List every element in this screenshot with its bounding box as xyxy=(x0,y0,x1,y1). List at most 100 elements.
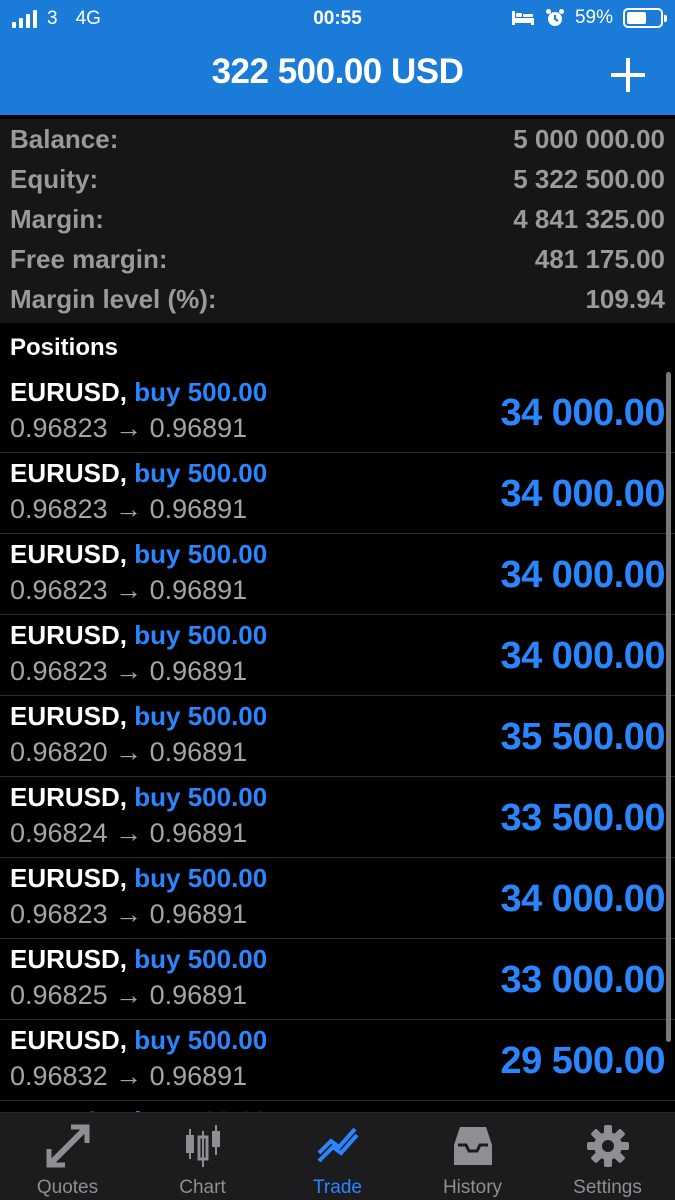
position-title: EURUSD, buy 500.00 xyxy=(10,944,267,975)
position-prices: 0.96824 → 0.96891 xyxy=(10,818,248,848)
battery-percent: 59% xyxy=(574,7,613,28)
position-title: EURUSD, buy 500.00 xyxy=(10,701,267,732)
position-prices: 0.96823 → 0.96891 xyxy=(10,494,248,524)
positions-scrollbar[interactable] xyxy=(666,372,671,1042)
position-separator: , xyxy=(119,539,135,569)
app-root: 3 4G 00:55 59% 322 500.00 USD Balance: 5… xyxy=(0,0,675,1200)
summary-value: 5 000 000.00 xyxy=(513,124,665,154)
position-direction: buy 500.00 xyxy=(134,1025,268,1055)
account-summary: Balance: 5 000 000.00 Equity: 5 322 500.00 M… xyxy=(0,119,675,323)
tab-label: Quotes xyxy=(36,1177,99,1198)
status-bar: 3 4G 00:55 59% xyxy=(0,0,675,38)
position-direction: buy 500.00 xyxy=(134,863,268,893)
position-row[interactable]: EURUSD, buy 500.00 0.96824 → 0.96891 33 50… xyxy=(0,777,675,858)
position-symbol: EURUSD xyxy=(10,458,120,488)
position-symbol: EURUSD xyxy=(10,620,120,650)
position-title: EURUSD, buy 500.00 xyxy=(10,782,267,813)
summary-label: Margin level (%): xyxy=(10,284,217,314)
position-symbol: EURUSD xyxy=(10,863,120,893)
position-direction: buy 500.00 xyxy=(134,539,268,569)
tab-history[interactable]: History xyxy=(405,1113,540,1200)
position-title: EURUSD, buy 500.00 xyxy=(10,863,267,894)
tab-label: Settings xyxy=(573,1177,642,1198)
summary-row: Equity: 5 322 500.00 xyxy=(0,159,675,199)
bed-icon xyxy=(511,11,534,25)
position-direction: buy 500.00 xyxy=(134,701,268,731)
tab-trade[interactable]: Trade xyxy=(270,1113,405,1200)
summary-label: Free margin: xyxy=(10,244,168,274)
position-prices: 0.96823 → 0.96891 xyxy=(10,575,248,605)
position-row[interactable]: EURUSD, buy 500.00 0.96825 → 0.96891 33 00… xyxy=(0,939,675,1020)
tab-quotes[interactable]: Quotes xyxy=(0,1113,135,1200)
position-symbol: EURUSD xyxy=(10,782,120,812)
position-symbol: EURUSD xyxy=(10,1025,120,1055)
position-title: EURUSD, buy 500.00 xyxy=(10,1025,267,1056)
position-prices: 0.96823 → 0.96891 xyxy=(10,899,248,929)
position-symbol: EURUSD xyxy=(10,701,120,731)
summary-row: Margin level (%): 109.94 xyxy=(0,279,675,319)
position-symbol: EURUSD xyxy=(10,377,120,407)
summary-label: Equity: xyxy=(10,164,99,194)
summary-row: Margin: 4 841 325.00 xyxy=(0,199,675,239)
position-separator: , xyxy=(119,458,135,488)
summary-label: Margin: xyxy=(10,204,104,234)
position-prices: 0.96823 → 0.96891 xyxy=(10,413,248,443)
position-direction: buy 500.00 xyxy=(134,782,268,812)
position-separator: , xyxy=(119,1025,135,1055)
position-separator: , xyxy=(119,782,135,812)
summary-value: 481 175.00 xyxy=(534,244,665,274)
tab-settings[interactable]: Settings xyxy=(540,1113,675,1200)
position-profit: 29 500.00 xyxy=(500,1040,665,1082)
battery-fill xyxy=(627,12,646,24)
position-profit: 34 000.00 xyxy=(500,554,665,596)
position-title: EURUSD, buy 500.00 xyxy=(10,620,267,651)
position-row[interactable]: EURUSD, buy 500.00 0.96820 → 0.96891 35 50… xyxy=(0,696,675,777)
position-symbol: EURUSD xyxy=(10,944,120,974)
position-prices: 0.96832 → 0.96891 xyxy=(10,1061,248,1091)
summary-value: 109.94 xyxy=(585,284,665,314)
tab-label: Trade xyxy=(313,1177,362,1198)
position-prices: 0.96823 → 0.96891 xyxy=(10,656,248,686)
position-row[interactable]: EURUSD, buy 500.00 0.96832 → 0.96891 29 50… xyxy=(0,1020,675,1101)
position-profit: 34 000.00 xyxy=(500,878,665,920)
position-title: EURUSD, buy 500.00 xyxy=(10,377,267,408)
summary-value: 4 841 325.00 xyxy=(513,204,665,234)
position-separator: , xyxy=(119,620,135,650)
tab-bar: Quotes Chart Trade History Settings xyxy=(0,1112,675,1200)
position-row[interactable]: EURUSD, buy 500.00 0.96823 → 0.96891 34 00… xyxy=(0,372,675,453)
position-row[interactable]: EURUSD, buy 500.00 0.96823 → 0.96891 34 00… xyxy=(0,534,675,615)
position-prices: 0.96820 → 0.96891 xyxy=(10,737,248,767)
position-direction: buy 500.00 xyxy=(134,377,268,407)
position-profit: 33 000.00 xyxy=(500,959,665,1001)
tab-chart[interactable]: Chart xyxy=(135,1113,270,1200)
positions-header: Positions xyxy=(0,325,675,371)
position-profit: 35 500.00 xyxy=(500,716,665,758)
positions-list[interactable]: EURUSD, buy 500.00 0.96823 → 0.96891 34 00… xyxy=(0,372,675,1112)
position-profit: 34 000.00 xyxy=(500,392,665,434)
tab-label: History xyxy=(442,1177,503,1198)
position-direction: buy 500.00 xyxy=(134,944,268,974)
position-direction: buy 500.00 xyxy=(134,458,268,488)
position-title: EURUSD, buy 500.00 xyxy=(10,539,267,570)
position-row[interactable]: EURUSD, buy 500.00 xyxy=(0,1101,675,1112)
header-bar: 3 4G 00:55 59% 322 500.00 USD xyxy=(0,0,675,115)
position-row[interactable]: EURUSD, buy 500.00 0.96823 → 0.96891 34 00… xyxy=(0,615,675,696)
position-separator: , xyxy=(119,944,135,974)
position-separator: , xyxy=(119,377,135,407)
tab-label: Chart xyxy=(179,1177,226,1198)
summary-row: Balance: 5 000 000.00 xyxy=(0,119,675,159)
position-profit: 33 500.00 xyxy=(500,797,665,839)
position-profit: 34 000.00 xyxy=(500,473,665,515)
position-row[interactable]: EURUSD, buy 500.00 0.96823 → 0.96891 34 00… xyxy=(0,453,675,534)
position-title: EURUSD, buy 500.00 xyxy=(10,458,267,489)
position-row[interactable]: EURUSD, buy 500.00 0.96823 → 0.96891 34 00… xyxy=(0,858,675,939)
position-separator: , xyxy=(119,863,135,893)
new-order-button[interactable] xyxy=(611,58,645,92)
alarm-clock-icon xyxy=(545,9,564,26)
position-separator: , xyxy=(119,701,135,731)
position-symbol: EURUSD xyxy=(10,539,120,569)
summary-value: 5 322 500.00 xyxy=(513,164,665,194)
account-profit-title: 322 500.00 USD xyxy=(211,52,464,91)
status-right: 59% xyxy=(511,7,667,29)
position-profit: 34 000.00 xyxy=(500,635,665,677)
